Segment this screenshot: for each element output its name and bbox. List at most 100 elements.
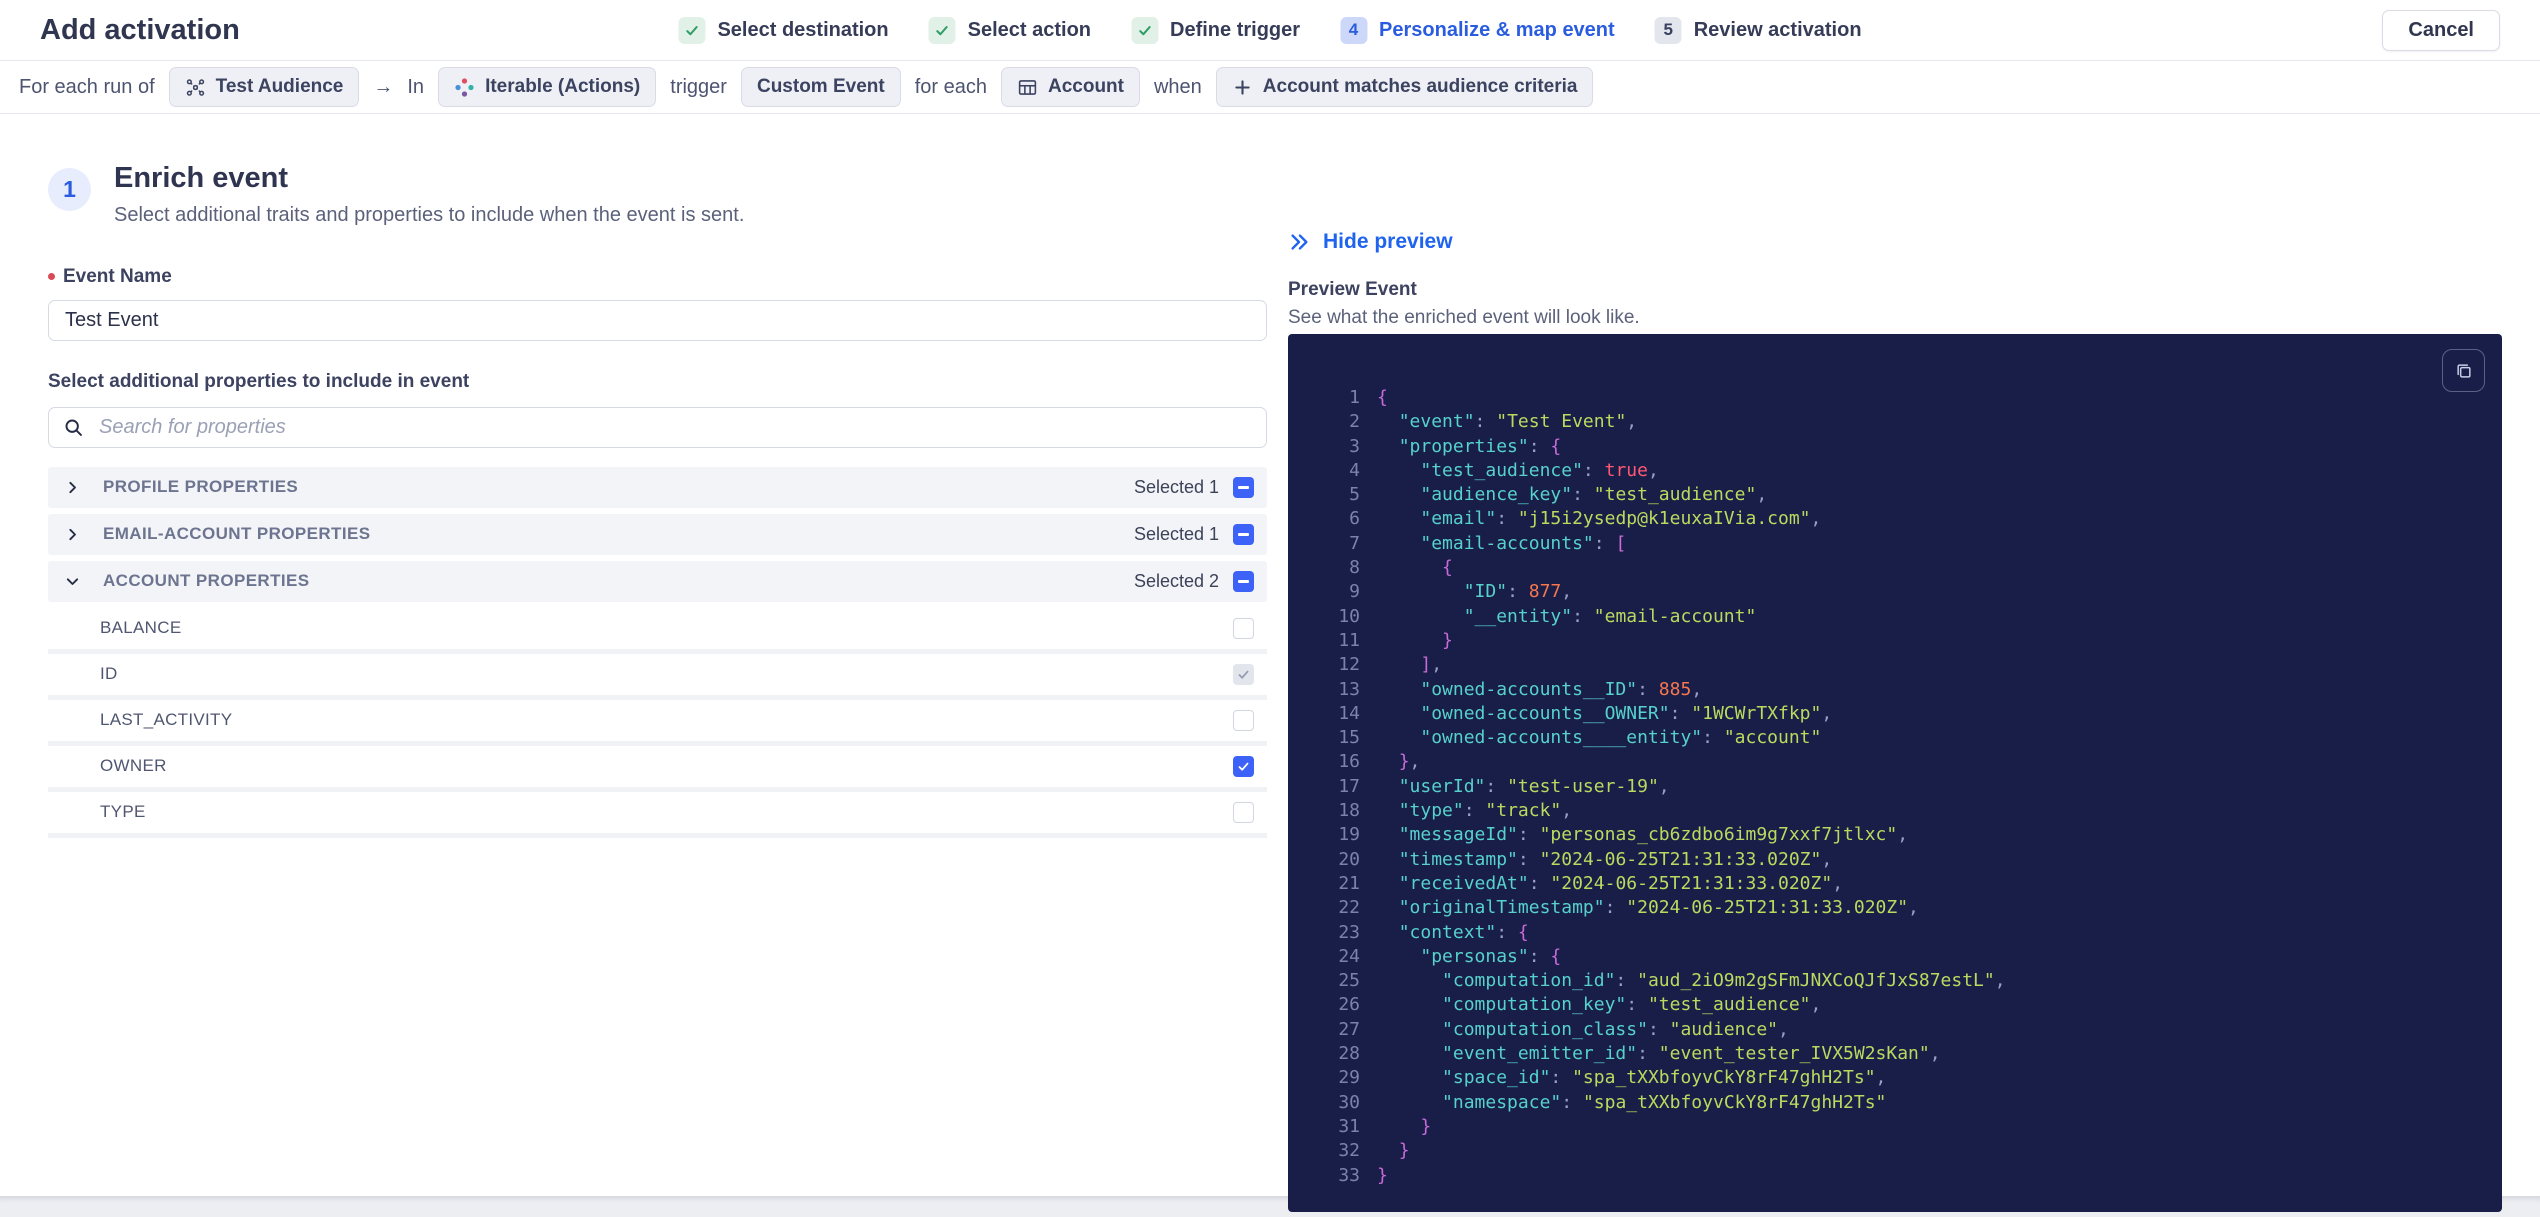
preview-event-title: Preview Event (1288, 279, 1417, 300)
context-text: In (407, 75, 425, 98)
step-number-badge: 4 (1340, 16, 1368, 44)
search-input[interactable] (97, 414, 1252, 440)
property-groups: PROFILE PROPERTIES Selected 1 EMAIL-ACCOUN… (48, 466, 1267, 838)
chip-label: Iterable (Actions) (485, 76, 641, 97)
line-number: 10 (1338, 605, 1360, 627)
property-search-box[interactable] (48, 406, 1267, 448)
property-group-row[interactable]: PROFILE PROPERTIES Selected 1 (48, 466, 1267, 508)
code-line: 23 "context": { (1314, 921, 2502, 945)
context-chip[interactable]: Custom Event (740, 67, 901, 107)
context-chip[interactable]: Test Audience (168, 67, 360, 107)
line-number: 14 (1338, 702, 1360, 724)
audience-icon (185, 77, 206, 98)
stepper-step[interactable]: 4 Personalize & map event (1340, 16, 1615, 44)
group-checkbox-indeterminate[interactable] (1233, 476, 1254, 498)
code-line: 17 "userId": "test-user-19", (1314, 775, 2502, 799)
enrich-event-subtitle: Select additional traits and properties … (114, 203, 745, 226)
stepper-step[interactable]: Define trigger (1131, 16, 1300, 44)
code-line: 15 "owned-accounts____entity": "account" (1314, 726, 2502, 750)
line-number: 18 (1338, 800, 1360, 822)
property-checkbox-unchecked[interactable] (1233, 801, 1254, 823)
line-number: 12 (1338, 654, 1360, 676)
plus-icon (1232, 77, 1253, 98)
line-number: 28 (1338, 1043, 1360, 1065)
group-checkbox-indeterminate[interactable] (1233, 570, 1254, 592)
group-checkbox-indeterminate[interactable] (1233, 523, 1254, 545)
top-bar: Add activation Select destination Select … (0, 0, 2540, 61)
property-group-label: PROFILE PROPERTIES (103, 477, 299, 497)
context-text: For each run of (19, 75, 155, 98)
code-line: 12 ], (1314, 653, 2502, 677)
code-line: 14 "owned-accounts__OWNER": "1WCWrTXfkp"… (1314, 702, 2502, 726)
property-checkbox-checked-disabled[interactable] (1233, 663, 1254, 685)
line-number: 9 (1349, 581, 1360, 603)
property-checkbox-checked[interactable] (1233, 755, 1254, 777)
context-text: for each (914, 75, 987, 98)
stepper-step[interactable]: Select action (928, 16, 1092, 44)
property-checkbox-unchecked[interactable] (1233, 617, 1254, 639)
line-number: 2 (1349, 411, 1360, 433)
group-right: Selected 1 (1134, 523, 1254, 545)
step-header-text: Enrich event Select additional traits an… (114, 162, 745, 227)
step-number-circle: 1 (48, 168, 91, 211)
step-label: Select action (967, 18, 1092, 41)
event-name-input[interactable] (48, 299, 1267, 341)
line-number: 21 (1338, 872, 1360, 894)
property-checkbox-unchecked[interactable] (1233, 709, 1254, 731)
code-line: 18 "type": "track", (1314, 799, 2502, 823)
line-number: 6 (1349, 508, 1360, 530)
line-number: 1 (1349, 387, 1360, 408)
step-check-icon (678, 16, 706, 44)
property-group-row[interactable]: ACCOUNT PROPERTIES Selected 2 (48, 560, 1267, 602)
line-number: 4 (1349, 459, 1360, 481)
context-chip[interactable]: Iterable (Actions) (438, 67, 657, 107)
property-item-label: OWNER (100, 756, 167, 776)
code-line: 4 "test_audience": true, (1314, 459, 2502, 483)
step-check-icon (1131, 16, 1159, 44)
property-item-row[interactable]: BALANCE (48, 607, 1267, 654)
code-line: 33} (1314, 1164, 2502, 1188)
property-item-label: TYPE (100, 802, 146, 822)
enrich-event-section: 1 Enrich event Select additional traits … (48, 162, 1267, 838)
hide-preview-toggle[interactable]: Hide preview (1288, 229, 1453, 255)
cancel-button[interactable]: Cancel (2382, 9, 2500, 51)
line-number: 24 (1338, 945, 1360, 967)
event-json-code: 1{2 "event": "Test Event", 3 "properties"… (1314, 386, 2502, 1188)
property-item-label: BALANCE (100, 618, 182, 638)
line-number: 17 (1338, 775, 1360, 797)
context-chip[interactable]: Account (1000, 67, 1140, 107)
stepper-step[interactable]: 5 Review activation (1654, 16, 1862, 44)
line-number: 31 (1338, 1115, 1360, 1137)
line-number: 15 (1338, 727, 1360, 749)
selected-count-label: Selected 1 (1133, 476, 1219, 497)
copy-button[interactable] (2442, 349, 2485, 392)
chip-label: Custom Event (756, 76, 885, 97)
code-line: 3 "properties": { (1314, 435, 2502, 459)
code-line: 7 "email-accounts": [ (1314, 532, 2502, 556)
code-line: 26 "computation_key": "test_audience", (1314, 993, 2502, 1017)
line-number: 3 (1349, 435, 1360, 457)
additional-properties-label: Select additional properties to include … (48, 370, 470, 392)
property-item-row[interactable]: LAST_ACTIVITY (48, 699, 1267, 746)
copy-icon (2454, 361, 2474, 381)
property-item-row[interactable]: TYPE (48, 791, 1267, 838)
table-icon (1017, 77, 1038, 98)
required-dot (48, 273, 55, 281)
step-label: Select destination (717, 18, 889, 41)
line-number: 13 (1338, 678, 1360, 700)
hide-preview-label: Hide preview (1323, 230, 1453, 253)
property-item-label: ID (100, 664, 118, 684)
line-number: 33 (1338, 1164, 1360, 1186)
property-item-label: LAST_ACTIVITY (100, 710, 233, 730)
context-chip[interactable]: Account matches audience criteria (1215, 67, 1594, 107)
chevron-right-icon (65, 480, 80, 495)
step-label: Review activation (1693, 18, 1862, 41)
stepper-step[interactable]: Select destination (678, 16, 889, 44)
step-number-badge: 5 (1654, 16, 1682, 44)
line-number: 8 (1349, 557, 1360, 579)
property-group-row[interactable]: EMAIL-ACCOUNT PROPERTIES Selected 1 (48, 513, 1267, 555)
property-item-row[interactable]: OWNER (48, 745, 1267, 792)
code-line: 31 } (1314, 1115, 2502, 1139)
preview-event-subtitle: See what the enriched event will look li… (1288, 307, 1640, 328)
property-item-row[interactable]: ID (48, 653, 1267, 700)
